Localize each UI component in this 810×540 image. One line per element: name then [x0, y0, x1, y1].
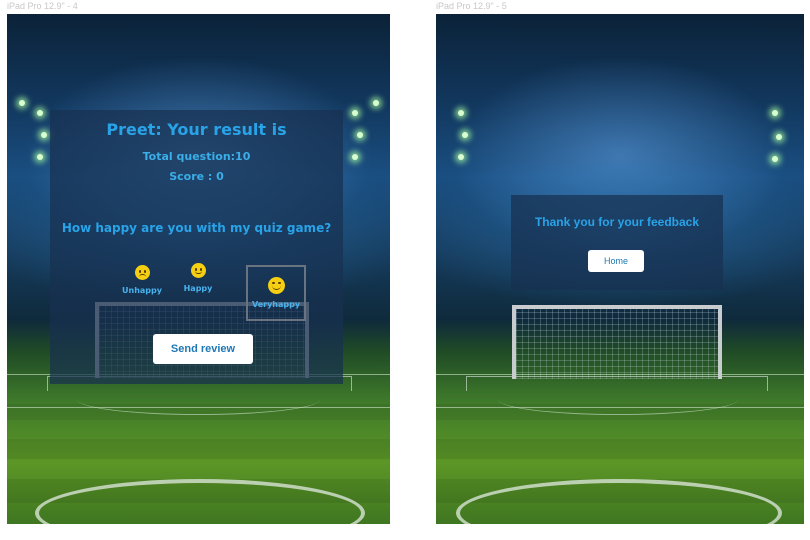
rating-label: Unhappy [122, 286, 162, 295]
stadium-light [458, 110, 464, 116]
penalty-arc [77, 384, 320, 415]
pitch-stripe [436, 439, 804, 459]
stadium-light [41, 132, 47, 138]
stadium-light [37, 110, 43, 116]
home-button[interactable]: Home [588, 250, 644, 272]
thank-you-screen: Thank you for your feedback Home [436, 14, 804, 524]
score-text: Score : 0 [169, 170, 224, 183]
thanks-panel: Thank you for your feedback Home [511, 195, 723, 290]
stadium-light [19, 100, 25, 106]
stadium-light [458, 154, 464, 160]
result-panel: Preet: Your result is Total question:10 … [50, 110, 343, 384]
rating-label: Veryhappy [251, 300, 301, 309]
stadium-light [352, 110, 358, 116]
stadium-light [357, 132, 363, 138]
total-questions: Total question:10 [142, 150, 251, 163]
result-title: Preet: Your result is [106, 120, 287, 139]
pitch-stripe [7, 439, 390, 459]
stadium-light [776, 134, 782, 140]
rating-option-veryhappy[interactable]: Veryhappy [246, 265, 306, 321]
penalty-arc [498, 384, 738, 415]
frame-label-right: iPad Pro 12.9" - 5 [436, 1, 507, 11]
unhappy-face-icon [134, 265, 150, 280]
rating-option-unhappy[interactable]: Unhappy [118, 265, 166, 295]
happy-face-icon [190, 263, 206, 278]
result-screen: Preet: Your result is Total question:10 … [7, 14, 390, 524]
very-happy-face-icon [267, 277, 285, 294]
feedback-question: How happy are you with my quiz game? [61, 221, 332, 235]
stadium-light [373, 100, 379, 106]
rating-label: Happy [183, 284, 213, 293]
thanks-message: Thank you for your feedback [534, 215, 700, 229]
rating-option-happy[interactable]: Happy [178, 263, 218, 293]
frame-label-left: iPad Pro 12.9" - 4 [7, 1, 78, 11]
stadium-light [772, 156, 778, 162]
goal-net [512, 305, 722, 379]
send-review-button[interactable]: Send review [153, 334, 253, 364]
stadium-light [462, 132, 468, 138]
stadium-light [772, 110, 778, 116]
stadium-light [352, 154, 358, 160]
stadium-light [37, 154, 43, 160]
